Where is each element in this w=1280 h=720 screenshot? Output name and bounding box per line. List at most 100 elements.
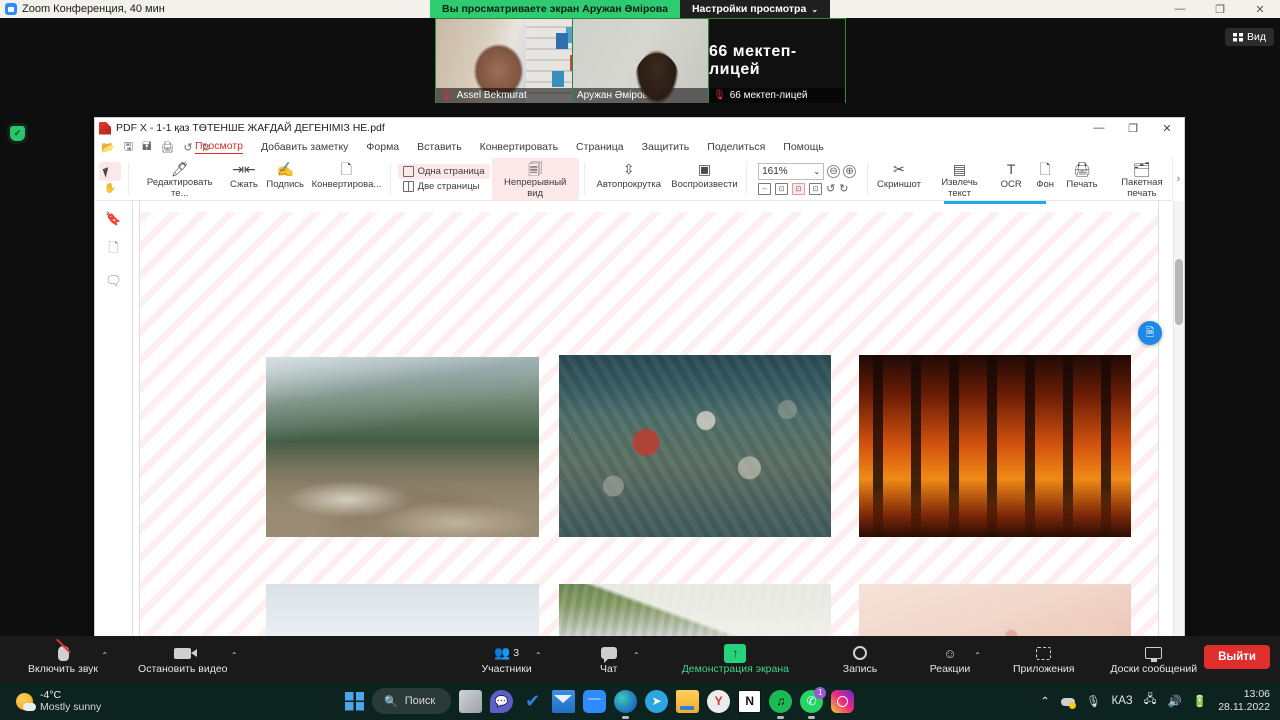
audio-options-chevron-icon[interactable]: ⌃ — [101, 651, 108, 660]
pdf-scrollbar-thumb[interactable] — [1175, 259, 1183, 325]
comments-icon[interactable]: 🗨 — [105, 273, 122, 289]
pages-icon[interactable]: 🗋 — [108, 239, 118, 261]
fit-visible-icon[interactable]: ⊡ — [809, 182, 823, 195]
share-screen-button[interactable]: ↑ Демонстрация экрана — [676, 643, 795, 675]
network-icon[interactable]: 🖧 — [1144, 692, 1157, 711]
compress-button[interactable]: ⇥⇤ Сжать — [226, 158, 263, 200]
participant-tile-1[interactable]: Аружан Әмірова — [572, 19, 708, 103]
zoom-minimize-button[interactable]: — — [1160, 0, 1200, 18]
pdf-close-button[interactable]: ✕ — [1150, 118, 1184, 138]
record-button[interactable]: Запись — [833, 644, 887, 675]
fit-page-icon[interactable]: ⊡ — [775, 182, 789, 195]
single-page-button[interactable]: Одна страница — [397, 164, 490, 179]
mail-icon[interactable] — [552, 689, 576, 713]
participants-chevron-icon[interactable]: ⌃ — [535, 651, 542, 660]
background-button[interactable]: 🗋 Фон — [1028, 158, 1062, 200]
extract-text-label: Извлечь текст — [941, 177, 978, 199]
zoom-level-select[interactable]: 161% ⌄ — [758, 163, 825, 180]
battery-icon[interactable]: 🔋 — [1193, 694, 1207, 708]
menu-item-annotate[interactable]: Добавить заметку — [261, 141, 348, 153]
pdf-maximize-button[interactable]: ❐ — [1116, 118, 1150, 138]
stop-video-button[interactable]: Остановить видео ⌃ — [132, 644, 238, 675]
undo-icon[interactable]: ↺ — [183, 141, 192, 154]
view-settings-button[interactable]: Настройки просмотра ⌄ — [679, 0, 831, 18]
signature-button[interactable]: ✍ Подпись — [262, 158, 308, 200]
participants-button[interactable]: 👥 3 Участники ⌃ — [476, 644, 542, 675]
menu-item-page[interactable]: Страница — [576, 141, 624, 153]
autoscroll-button[interactable]: ⇳ Автопрокрутка — [590, 158, 668, 200]
unmute-button[interactable]: Включить звук ⌃ — [22, 644, 108, 675]
print-icon[interactable]: 🖨 — [160, 141, 174, 154]
hand-tool-button[interactable]: ✋ — [99, 181, 121, 196]
microphone-icon[interactable]: 🎙 — [1086, 694, 1101, 708]
menu-item-protect[interactable]: Защитить — [642, 141, 690, 153]
pdf-vertical-scrollbar[interactable] — [1173, 201, 1184, 656]
menu-item-insert[interactable]: Вставить — [417, 141, 462, 153]
zoom-in-button[interactable]: ⊕ — [843, 165, 857, 178]
leave-meeting-button[interactable]: Выйти — [1204, 645, 1270, 669]
actual-size-icon[interactable]: ⊡ — [792, 182, 806, 195]
weather-widget[interactable]: -4°C Mostly sunny — [0, 689, 101, 713]
print-button[interactable]: 🖨 Печать — [1062, 158, 1102, 200]
convert-button[interactable]: 🗋 Конвертирова... — [308, 158, 385, 200]
pdf-minimize-button[interactable]: — — [1082, 118, 1116, 138]
screenshot-button[interactable]: ✂ Скриншот — [873, 158, 925, 200]
tray-overflow-icon[interactable]: ⌃ — [1040, 694, 1050, 708]
fit-width-icon[interactable]: ↔ — [758, 182, 772, 195]
zoom-icon[interactable] — [583, 689, 607, 713]
play-button[interactable]: ▣ Воспроизвести — [668, 158, 741, 200]
search-input[interactable]: 🔍 Поиск — [372, 688, 452, 714]
onedrive-icon[interactable] — [1060, 695, 1076, 709]
two-pages-button[interactable]: Две страницы — [398, 179, 490, 194]
chevron-down-icon: ⌄ — [811, 4, 819, 14]
edit-text-button[interactable]: 🖊 Редактировать те... — [134, 158, 226, 200]
task-view-icon[interactable] — [459, 689, 483, 713]
pdf-scroll-area[interactable]: ЈELI unicef 🗎 — [133, 201, 1184, 656]
chat-chevron-icon[interactable]: ⌃ — [633, 651, 640, 660]
volume-icon[interactable]: 🔊 — [1168, 694, 1182, 708]
video-options-chevron-icon[interactable]: ⌃ — [231, 651, 238, 660]
yandex-browser-icon[interactable]: Y — [707, 689, 731, 713]
redo-icon[interactable]: ↻ — [202, 141, 211, 154]
save-icon[interactable]: 🖫 — [124, 138, 133, 157]
menu-item-form[interactable]: Форма — [366, 141, 399, 153]
notion-icon[interactable]: N — [738, 689, 762, 713]
clock[interactable]: 13:06 28.11.2022 — [1218, 688, 1270, 713]
ocr-button[interactable]: T OCR — [994, 158, 1028, 200]
file-explorer-icon[interactable] — [676, 689, 700, 713]
menu-item-share[interactable]: Поделиться — [707, 141, 765, 153]
apps-button[interactable]: Приложения — [1007, 644, 1080, 675]
toolbar-overflow-button[interactable]: › — [1172, 156, 1184, 201]
edge-icon[interactable] — [614, 689, 638, 719]
rotate-right-icon[interactable]: ↺ — [826, 182, 835, 195]
add-to-word-icon[interactable]: 🗎 — [1138, 321, 1162, 345]
menu-item-help[interactable]: Помощь — [783, 141, 824, 153]
telegram-icon[interactable]: ➤ — [645, 689, 669, 713]
instagram-icon[interactable] — [831, 689, 855, 713]
open-file-icon[interactable]: 📂 — [101, 141, 115, 154]
reactions-chevron-icon[interactable]: ⌃ — [974, 651, 981, 660]
zoom-out-button[interactable]: ⊖ — [827, 165, 841, 178]
participant-tile-0[interactable]: 🎙 Assel Bekmurat — [436, 19, 572, 103]
todo-icon[interactable]: ✔ — [521, 690, 544, 713]
chat-button[interactable]: Чат ⌃ — [582, 644, 640, 675]
view-layout-button[interactable]: Вид — [1225, 28, 1274, 46]
spotify-icon[interactable]: ♫ — [769, 689, 793, 719]
batch-print-button[interactable]: 🗂 Пакетная печать — [1102, 158, 1182, 200]
select-tool-button[interactable] — [99, 162, 121, 181]
whatsapp-icon[interactable]: ✆ 1 — [800, 686, 827, 719]
start-icon[interactable] — [345, 691, 364, 711]
extract-text-button[interactable]: ▤ Извлечь текст — [925, 158, 994, 200]
bookmark-icon[interactable]: 🔖 — [105, 211, 121, 227]
menu-item-convert[interactable]: Конвертировать — [480, 141, 558, 153]
zoom-maximize-button[interactable]: ❐ — [1200, 0, 1240, 18]
reactions-button[interactable]: ☺ Реакции ⌃ — [923, 644, 981, 675]
continuous-view-button[interactable]: 🗐 Непрерывный вид — [491, 158, 579, 200]
participant-tile-2[interactable]: 66 мектеп-лицей 🎙 66 мектеп-лицей — [708, 19, 845, 103]
save-as-icon[interactable]: 🖬 — [142, 138, 151, 157]
language-indicator[interactable]: КАЗ — [1112, 695, 1133, 707]
rotate-left-icon[interactable]: ↻ — [839, 182, 848, 195]
whiteboard-button[interactable]: Доски сообщений — [1104, 644, 1203, 675]
zoom-close-button[interactable]: ✕ — [1240, 0, 1280, 18]
teams-icon[interactable]: 💬 — [490, 689, 514, 713]
